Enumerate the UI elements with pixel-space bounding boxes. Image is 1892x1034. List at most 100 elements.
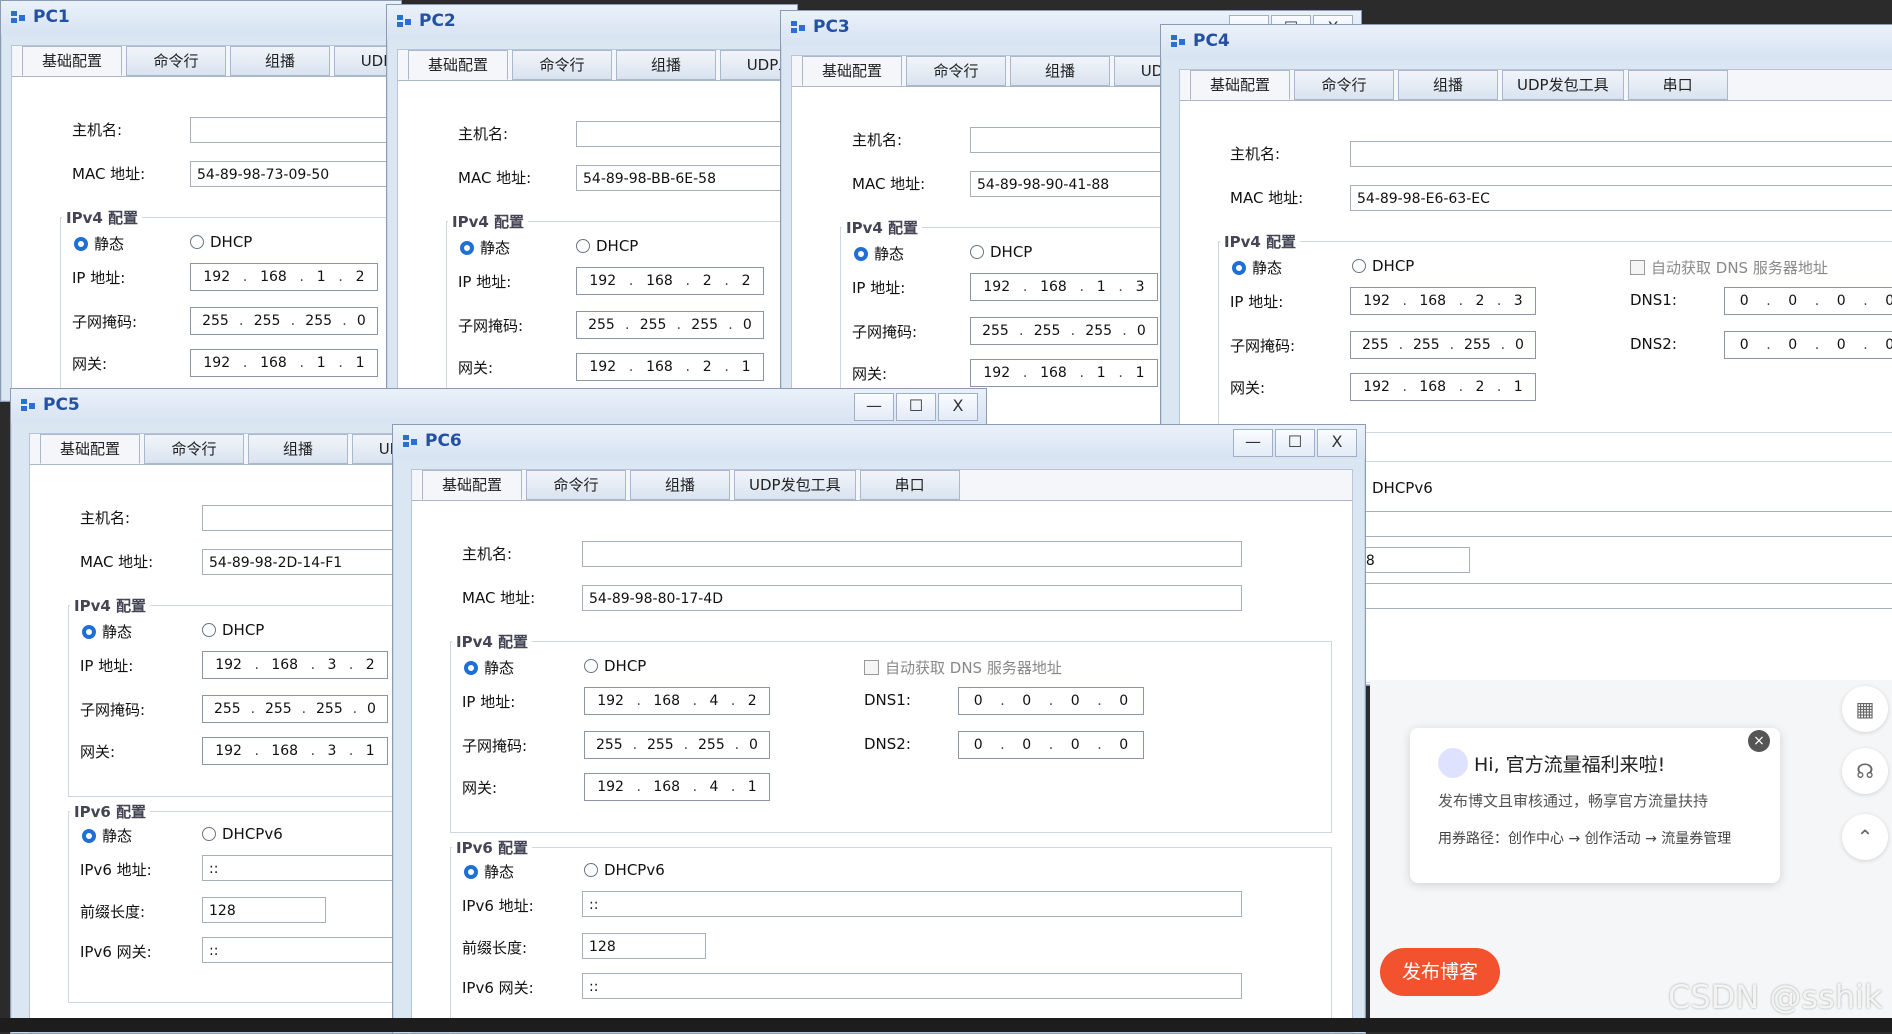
- static-radio[interactable]: 静态: [82, 621, 132, 642]
- maximize-button[interactable]: ☐: [1275, 429, 1315, 457]
- tab-multicast[interactable]: 组播: [248, 434, 348, 464]
- static-radio[interactable]: 静态: [74, 233, 124, 254]
- tab-command-line[interactable]: 命令行: [1294, 70, 1394, 100]
- hostname-field[interactable]: [970, 127, 1190, 153]
- tab-command-line[interactable]: 命令行: [526, 470, 626, 500]
- hostname-field[interactable]: [576, 121, 796, 147]
- ipv6-gateway-field[interactable]: [1350, 583, 1892, 609]
- maximize-button[interactable]: ☐: [896, 393, 936, 421]
- hostname-field[interactable]: [582, 541, 1242, 567]
- mask-field[interactable]: 255. 255. 255. 0: [970, 317, 1158, 345]
- tab-basic-config[interactable]: 基础配置: [422, 470, 522, 500]
- gateway-field[interactable]: 192. 168. 1. 1: [190, 349, 378, 377]
- tab-basic-config[interactable]: 基础配置: [40, 434, 140, 464]
- close-button[interactable]: X: [1317, 429, 1357, 457]
- ip-field[interactable]: 192. 168. 3. 2: [202, 651, 388, 679]
- pc2-titlebar[interactable]: PC2: [387, 5, 797, 39]
- minimize-button[interactable]: —: [854, 393, 894, 421]
- octet: 2: [1475, 379, 1485, 395]
- ip-field[interactable]: 192. 168. 4. 2: [584, 687, 770, 715]
- tab-udp-tool[interactable]: UDP发包工具: [1502, 70, 1624, 100]
- hostname-field[interactable]: [190, 117, 401, 143]
- dhcp-radio[interactable]: DHCP: [1352, 257, 1414, 275]
- hostname-field[interactable]: [1350, 141, 1892, 167]
- tab-basic-config[interactable]: 基础配置: [1190, 70, 1290, 100]
- mac-field[interactable]: 54-89-98-80-17-4D: [582, 585, 1242, 611]
- ipv6-gateway-field[interactable]: ::: [582, 973, 1242, 999]
- auto-dns-checkbox[interactable]: 自动获取 DNS 服务器地址: [864, 657, 1062, 678]
- tab-command-line[interactable]: 命令行: [906, 56, 1006, 86]
- prefix-length-field[interactable]: 28: [1350, 547, 1470, 573]
- gateway-field[interactable]: 192. 168. 4. 1: [584, 773, 770, 801]
- tab-multicast[interactable]: 组播: [630, 470, 730, 500]
- dns2-field[interactable]: 0.0.0.0: [1724, 331, 1892, 359]
- tab-basic-config[interactable]: 基础配置: [22, 46, 122, 76]
- mask-field[interactable]: 255. 255. 255. 0: [584, 731, 770, 759]
- mask-field[interactable]: 255. 255. 255. 0: [576, 311, 764, 339]
- mac-field[interactable]: 54-89-98-90-41-88: [970, 171, 1190, 197]
- dns1-field[interactable]: 0.0.0.0: [958, 687, 1144, 715]
- ipv6-address-field[interactable]: [1350, 511, 1892, 537]
- tab-serial[interactable]: 串口: [1627, 70, 1728, 100]
- radio-selected-icon: [82, 828, 96, 843]
- mask-field[interactable]: 255. 255. 255. 0: [190, 307, 378, 335]
- ip-field[interactable]: 192. 168. 2. 3: [1350, 287, 1536, 315]
- mask-field[interactable]: 255. 255. 255. 0: [202, 695, 388, 723]
- pc4-titlebar[interactable]: PC4: [1161, 25, 1892, 59]
- tab-command-line[interactable]: 命令行: [144, 434, 244, 464]
- dhcp-radio[interactable]: DHCP: [584, 657, 646, 675]
- tab-multicast[interactable]: 组播: [230, 46, 330, 76]
- dhcpv6-radio[interactable]: DHCPv6: [584, 861, 665, 879]
- dns2-field[interactable]: 0.0.0.0: [958, 731, 1144, 759]
- gateway-field[interactable]: 192. 168. 2. 1: [1350, 373, 1536, 401]
- prefix-length-field[interactable]: 128: [582, 933, 706, 959]
- minimize-button[interactable]: —: [1233, 429, 1273, 457]
- dhcp-radio[interactable]: DHCP: [202, 621, 264, 639]
- dhcp-radio[interactable]: DHCP: [576, 237, 638, 255]
- pc1-titlebar[interactable]: PC1: [1, 1, 401, 35]
- static-radio[interactable]: 静态: [464, 657, 514, 678]
- mac-field[interactable]: 54-89-98-E6-63-EC: [1350, 185, 1892, 211]
- pc5-titlebar[interactable]: PC5 — ☐ X: [11, 389, 986, 423]
- prefix-length-field[interactable]: 128: [202, 897, 326, 923]
- mask-field[interactable]: 255. 255. 255. 0: [1350, 331, 1536, 359]
- dhcpv6-radio[interactable]: DHCPv6: [202, 825, 283, 843]
- headset-icon[interactable]: ☊: [1842, 748, 1888, 794]
- ipv6-address-field[interactable]: ::: [582, 891, 1242, 917]
- qrcode-icon[interactable]: ▦: [1842, 686, 1888, 732]
- tab-multicast[interactable]: 组播: [1398, 70, 1498, 100]
- mac-field[interactable]: 54-89-98-73-09-50: [190, 161, 401, 187]
- dhcp-label: DHCP: [596, 237, 639, 255]
- tab-udp-tool[interactable]: UDP发包工具: [734, 470, 856, 500]
- tab-command-line[interactable]: 命令行: [126, 46, 226, 76]
- gateway-label: 网关:: [458, 359, 494, 377]
- dhcp-radio[interactable]: DHCP: [190, 233, 252, 251]
- mac-field[interactable]: 54-89-98-BB-6E-58: [576, 165, 796, 191]
- gateway-field[interactable]: 192. 168. 3. 1: [202, 737, 388, 765]
- static-v6-radio[interactable]: 静态: [464, 861, 514, 882]
- back-to-top-icon[interactable]: ⌃: [1842, 814, 1888, 860]
- close-button[interactable]: X: [938, 393, 978, 421]
- tab-command-line[interactable]: 命令行: [512, 50, 612, 80]
- static-radio[interactable]: 静态: [460, 237, 510, 258]
- gateway-field[interactable]: 192. 168. 2. 1: [576, 353, 764, 381]
- ip-field[interactable]: 192. 168. 1. 2: [190, 263, 378, 291]
- close-icon[interactable]: ×: [1748, 730, 1770, 752]
- ip-field[interactable]: 192. 168. 1. 3: [970, 273, 1158, 301]
- ip-field[interactable]: 192. 168. 2. 2: [576, 267, 764, 295]
- tab-serial[interactable]: 串口: [859, 470, 960, 500]
- tab-multicast[interactable]: 组播: [616, 50, 716, 80]
- dhcp-radio[interactable]: DHCP: [970, 243, 1032, 261]
- static-radio[interactable]: 静态: [1232, 257, 1282, 278]
- pc6-titlebar[interactable]: PC6 — ☐ X: [393, 425, 1365, 459]
- static-v6-radio[interactable]: 静态: [82, 825, 132, 846]
- gateway-field[interactable]: 192. 168. 1. 1: [970, 359, 1158, 387]
- dns1-field[interactable]: 0.0.0.0: [1724, 287, 1892, 315]
- pc-icon: [403, 435, 417, 447]
- static-radio[interactable]: 静态: [854, 243, 904, 264]
- publish-blog-button[interactable]: 发布博客: [1380, 948, 1500, 996]
- tab-basic-config[interactable]: 基础配置: [802, 56, 902, 86]
- auto-dns-checkbox[interactable]: 自动获取 DNS 服务器地址: [1630, 257, 1828, 278]
- tab-multicast[interactable]: 组播: [1010, 56, 1110, 86]
- tab-basic-config[interactable]: 基础配置: [408, 50, 508, 80]
